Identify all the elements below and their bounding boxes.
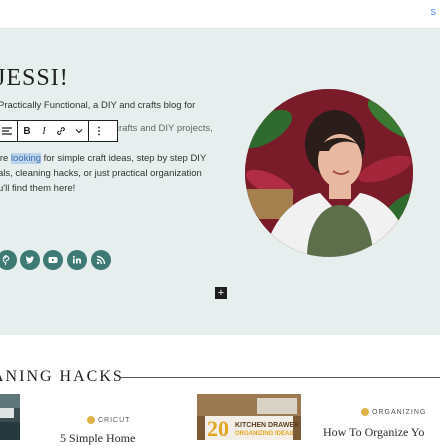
paragraph-text: 're: [0, 153, 9, 164]
chevron-down-icon: [75, 129, 83, 134]
author-photo-illustration: [245, 89, 413, 257]
intro-paragraph[interactable]: Practically Functional, a DIY and crafts…: [0, 98, 195, 113]
linkedin-link[interactable]: [67, 250, 87, 270]
section-heading: ANING HACKS: [0, 368, 124, 385]
author-photo: [245, 89, 413, 257]
card-category[interactable]: CRICUT: [87, 416, 130, 424]
link-button[interactable]: [52, 121, 70, 141]
card-thumbnail[interactable]: 20 KITCHEN DRAWER ORGANIZING IDEAS: [197, 394, 301, 440]
align-icon: [2, 127, 12, 135]
thumbnail-caption-line-2: ORGANIZING IDEAS: [235, 431, 294, 437]
rss-link[interactable]: [91, 250, 111, 270]
pinterest-icon: [2, 254, 10, 266]
linkedin-icon: [72, 255, 81, 264]
hero-section: JESSI! Practically Functional, a DIY and…: [0, 29, 440, 335]
card-thumbnail-image: [0, 394, 20, 440]
card-category-label: CRICUT: [98, 416, 131, 424]
intro-line-1: Practically Functional, a DIY and crafts…: [0, 100, 196, 111]
paragraph-line-3: u'll find them here!: [0, 183, 76, 194]
bold-button[interactable]: B: [18, 121, 36, 141]
thumbnail-number: 20: [207, 416, 229, 440]
paragraph-line-1: 're looking for simple craft ideas, step…: [0, 151, 206, 166]
more-vertical-icon: [98, 126, 100, 136]
pinterest-link[interactable]: [0, 250, 17, 270]
options-button[interactable]: [89, 121, 109, 141]
youtube-link[interactable]: [43, 250, 63, 270]
block-toolbar: B I: [0, 120, 118, 142]
selected-text[interactable]: looking: [10, 153, 42, 164]
thumbnail-caption-line-1: KITCHEN DRAWER: [235, 422, 300, 429]
link-icon: [57, 127, 65, 135]
card-thumbnail[interactable]: [0, 394, 20, 440]
looking-paragraph[interactable]: 're looking for simple craft ideas, step…: [0, 151, 206, 196]
card-category[interactable]: ORGANIZING: [361, 408, 426, 416]
more-formats-button[interactable]: [70, 121, 88, 141]
twitter-icon: [25, 256, 35, 264]
hero-title: JESSI!: [0, 65, 69, 91]
card-title[interactable]: How To Organize Yo: [323, 425, 424, 440]
twitter-link[interactable]: [20, 250, 40, 270]
top-bar-corner-text[interactable]: S: [431, 8, 436, 17]
youtube-icon: [48, 257, 58, 263]
card-title[interactable]: 5 Simple Home: [60, 431, 135, 446]
category-icon: [87, 416, 95, 424]
align-button[interactable]: [0, 121, 17, 141]
italic-button[interactable]: I: [36, 121, 52, 141]
paragraph-line-2: als, cleaning hacks, or just practical o…: [0, 168, 202, 179]
paragraph-text: for simple craft ideas, step by step DIY: [41, 153, 207, 164]
category-icon: [361, 408, 369, 416]
card-category-label: ORGANIZING: [372, 408, 427, 416]
heading-divider: [120, 377, 440, 378]
rss-icon: [96, 255, 106, 265]
add-block-button[interactable]: +: [215, 287, 227, 299]
top-bar: S: [0, 0, 440, 29]
